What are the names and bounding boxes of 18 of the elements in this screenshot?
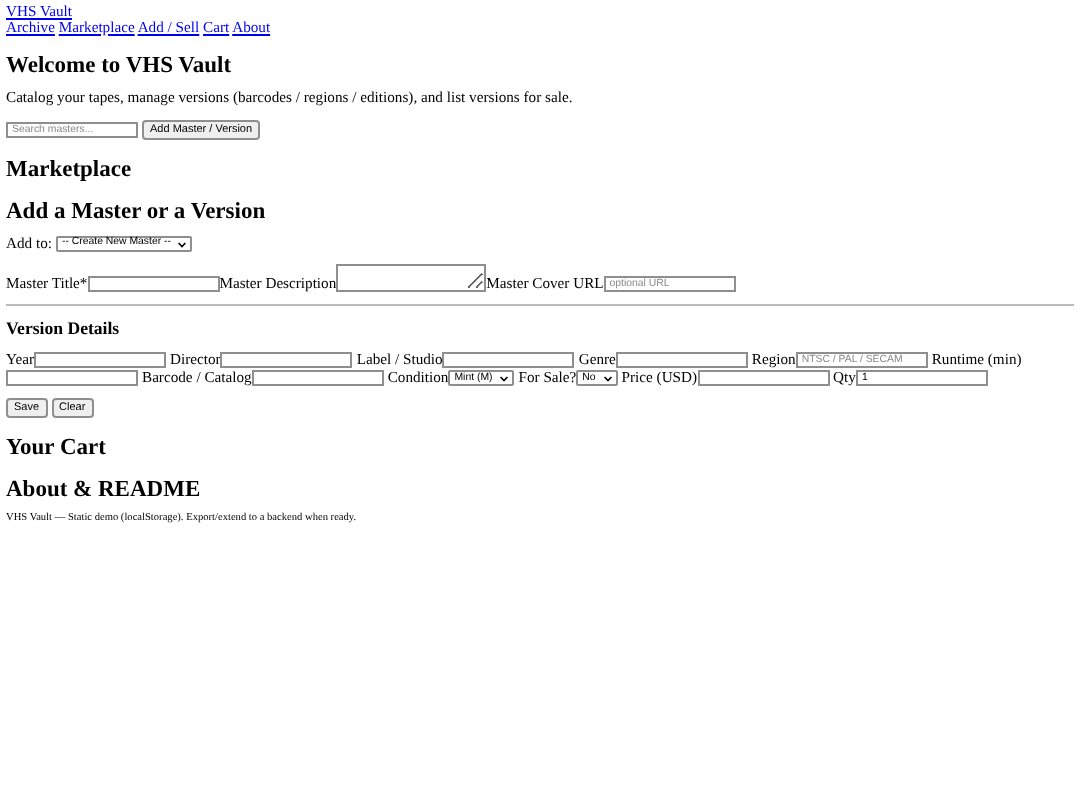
cart-heading: Your Cart [6,436,108,461]
input-field[interactable] [697,370,830,387]
welcome-heading: Welcome to VHS Vault [6,53,234,78]
input-field[interactable] [615,352,748,369]
input-field[interactable] [6,370,138,387]
input-field[interactable] [34,352,166,369]
input-field[interactable] [220,352,353,369]
caret-icon [603,375,612,382]
input-field[interactable] [87,276,220,293]
input-field[interactable] [251,370,384,387]
caret-icon [500,375,509,382]
input-field[interactable] [442,352,575,369]
marketplace-heading: Marketplace [6,157,134,183]
description-field[interactable] [336,264,487,293]
version-heading: Version Details [6,320,122,339]
caret-icon [178,241,187,248]
about-heading: About & README [6,478,203,503]
add-form-heading: Add a Master or a Version [6,200,268,225]
